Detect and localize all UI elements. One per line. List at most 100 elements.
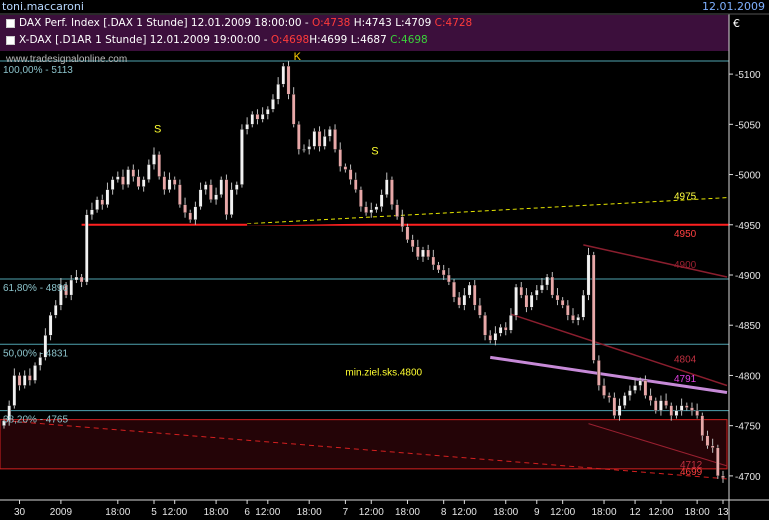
candle-down: [664, 400, 668, 406]
candle-down: [390, 179, 394, 205]
candle-down: [364, 206, 368, 213]
candle-up: [281, 65, 286, 85]
annotation-label: S: [154, 123, 161, 135]
x-tick-label: 8: [441, 507, 447, 518]
y-tick-label: -4800: [735, 371, 761, 382]
candle-up: [33, 365, 37, 381]
candle-down: [612, 397, 617, 416]
x-tick-label: 12:00: [648, 507, 673, 518]
candle-up: [147, 164, 151, 180]
candle-up: [633, 385, 637, 391]
candle-up: [276, 83, 280, 100]
candle-up: [379, 194, 384, 207]
candle-down: [643, 380, 648, 396]
price-chart[interactable]: 100,00% - 5113 61,80% - 4896 50,00% - 4831…: [0, 0, 769, 520]
candle-up: [328, 129, 332, 137]
candle-down: [255, 114, 260, 120]
x-tick-label: 18:00: [685, 507, 710, 518]
y-tick-label: -4850: [735, 321, 761, 332]
x-tick-label: 18:00: [592, 507, 617, 518]
candle-down: [597, 360, 601, 386]
candle-up: [617, 405, 622, 416]
candle-up: [302, 149, 306, 151]
candle-up: [235, 184, 239, 190]
candle-down: [669, 405, 674, 416]
candle-down: [353, 179, 358, 190]
candle-up: [48, 315, 53, 336]
candle-down: [100, 199, 105, 205]
candle-up: [53, 304, 58, 316]
x-tick-label: 30: [14, 507, 26, 518]
candle-down: [162, 176, 167, 190]
candle-down: [524, 294, 529, 308]
candle-down: [555, 294, 560, 301]
candle-up: [374, 206, 379, 210]
candle-down: [131, 169, 136, 177]
candle-down: [457, 296, 461, 306]
candle-up: [628, 390, 632, 396]
y-tick-label: -5000: [735, 171, 761, 182]
candle-down: [716, 447, 720, 477]
candle-down: [209, 184, 213, 200]
x-tick-label: 18:00: [105, 507, 130, 518]
x-tick-label: 12:00: [162, 507, 187, 518]
candle-down: [436, 264, 441, 271]
candle-up: [198, 189, 203, 207]
candle-down: [400, 216, 405, 227]
x-tick-label: 6: [244, 507, 250, 518]
candle-up: [535, 289, 539, 296]
candle-down: [566, 304, 570, 316]
candle-down: [28, 375, 32, 381]
trendline-label: 4975: [674, 191, 697, 202]
trendline-channel-upper: [583, 244, 728, 278]
candle-up: [529, 294, 534, 308]
candle-down: [478, 304, 482, 316]
candle-up: [369, 209, 374, 213]
candle-up: [545, 276, 549, 286]
candle-down: [188, 212, 192, 220]
x-tick-label: 12:00: [452, 507, 477, 518]
candle-up: [679, 405, 684, 411]
target-box-label-2: 4699: [680, 467, 703, 478]
candle-down: [297, 124, 301, 150]
candle-up: [260, 114, 265, 120]
candle-up: [95, 199, 99, 210]
candle-down: [483, 315, 487, 336]
candle-down: [550, 276, 555, 296]
candle-up: [312, 131, 317, 147]
x-tick-label: 18:00: [297, 507, 322, 518]
annotation-label: K: [294, 51, 302, 63]
candle-down: [602, 385, 606, 396]
candle-down: [121, 176, 125, 185]
candle-down: [359, 189, 363, 207]
candle-down: [348, 169, 353, 180]
candle-up: [498, 327, 503, 334]
y-tick-label: -4700: [735, 472, 761, 483]
candle-up: [22, 375, 27, 386]
candle-up: [245, 124, 249, 130]
candle-up: [462, 294, 467, 306]
candle-down: [488, 335, 492, 341]
candle-down: [685, 405, 689, 408]
y-tick-label: -4900: [735, 271, 761, 282]
labels-layer: 100,00% - 5113 61,80% - 4896 50,00% - 4831…: [3, 51, 703, 478]
candle-up: [152, 154, 156, 165]
trendline-yellow-dashed: [247, 197, 728, 225]
candle-up: [622, 395, 627, 406]
x-tick-label: 12:00: [255, 507, 280, 518]
candle-up: [193, 206, 198, 220]
candle-up: [214, 194, 218, 200]
candle-up: [105, 189, 110, 205]
candle-down: [591, 254, 596, 361]
candle-up: [141, 179, 146, 187]
candle-down: [503, 327, 508, 331]
candle-up: [12, 375, 17, 406]
candle-up: [90, 209, 94, 215]
x-tick-label: 18:00: [493, 507, 518, 518]
candle-down: [472, 284, 477, 306]
x-tick-label: 18:00: [395, 507, 420, 518]
resistance-label: 4950: [674, 229, 697, 240]
candle-down: [405, 226, 410, 240]
x-tick-label: 2009: [50, 507, 73, 518]
y-tick-label: -5050: [735, 120, 761, 131]
